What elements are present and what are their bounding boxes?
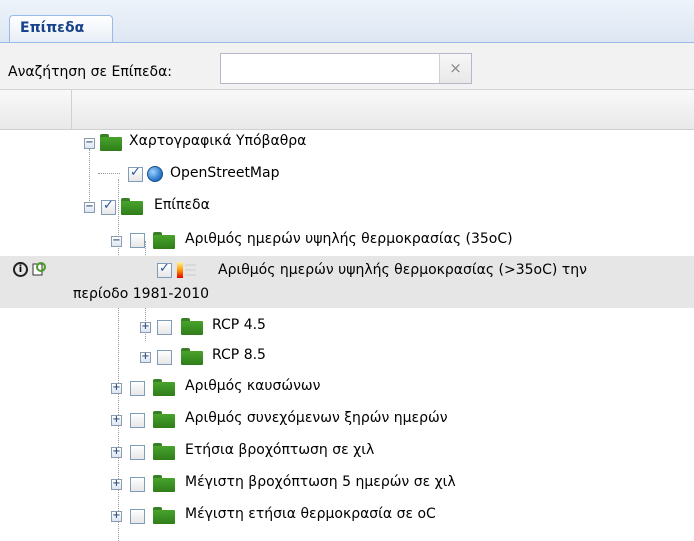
rcp85-checkbox[interactable] xyxy=(157,350,172,365)
tree-node-label: Ετήσια βροχόπτωση σε χιλ xyxy=(185,442,375,458)
folder-icon xyxy=(121,198,143,215)
layers-checkbox[interactable] xyxy=(101,198,116,215)
folder-icon xyxy=(181,318,203,335)
expand-heatwaves-toggle[interactable]: + xyxy=(111,383,122,394)
tree-node-label-continued: περίοδο 1981-2010 xyxy=(73,286,210,302)
tab-layers-label: Επίπεδα xyxy=(20,20,85,36)
tree-node-basemaps[interactable]: − Χαρτογραφικά Υπόβαθρα xyxy=(0,129,694,159)
expand-max-temp-toggle[interactable]: + xyxy=(111,511,122,522)
heatwaves-checkbox[interactable] xyxy=(130,381,145,396)
legend-icon xyxy=(177,262,196,278)
folder-icon xyxy=(153,232,175,249)
annual-precip-checkbox[interactable] xyxy=(130,445,145,460)
tree-node-label: RCP 8.5 xyxy=(212,347,266,363)
tab-strip: Επίπεδα xyxy=(0,0,694,43)
tree-node-label: Επίπεδα xyxy=(154,197,210,213)
tree-header xyxy=(0,89,694,130)
tree-node-openstreetmap[interactable]: OpenStreetMap xyxy=(0,159,694,189)
max-temp-checkbox[interactable] xyxy=(130,509,145,524)
max5day-precip-checkbox[interactable] xyxy=(130,477,145,492)
folder-icon xyxy=(153,475,175,492)
collapse-basemaps-toggle[interactable]: − xyxy=(84,138,95,149)
search-field[interactable]: × xyxy=(220,53,472,84)
refresh-icon[interactable] xyxy=(31,261,47,277)
tree-node-heatwaves[interactable]: + Αριθμός καυσώνων xyxy=(0,373,694,403)
tree-node-hot-days-group[interactable]: − Αριθμός ημερών υψηλής θερμοκρασίας (35… xyxy=(0,224,694,254)
expand-rcp85-toggle[interactable]: + xyxy=(140,352,151,363)
folder-icon xyxy=(153,379,175,396)
openstreetmap-checkbox[interactable] xyxy=(128,165,143,182)
column-separator[interactable] xyxy=(71,90,72,129)
expand-annual-precip-toggle[interactable]: + xyxy=(111,447,122,458)
tree-node-dry-days[interactable]: + Αριθμός συνεχόμενων ξηρών ημερών xyxy=(0,405,694,435)
expand-dry-days-toggle[interactable]: + xyxy=(111,415,122,426)
tree-node-label: Αριθμός καυσώνων xyxy=(185,378,321,394)
hot-days-layer-checkbox[interactable] xyxy=(157,261,172,278)
tree-node-rcp85[interactable]: + RCP 8.5 xyxy=(0,342,694,372)
collapse-layers-toggle[interactable]: − xyxy=(84,202,95,213)
clear-search-button[interactable]: × xyxy=(439,54,471,83)
folder-icon xyxy=(100,134,122,151)
tree-node-max5day-precip[interactable]: + Μέγιστη βροχόπτωση 5 ημερών σε χιλ xyxy=(0,469,694,499)
collapse-hot-days-toggle[interactable]: − xyxy=(111,236,122,247)
openstreetmap-icon xyxy=(147,166,163,182)
layer-tree: − Χαρτογραφικά Υπόβαθρα OpenStreetMap − … xyxy=(0,129,694,541)
tree-node-hot-days-layer[interactable]: i Αριθμός ημερών υψηλής θερμοκρασίας (>3… xyxy=(0,256,694,308)
tree-node-rcp45[interactable]: + RCP 4.5 xyxy=(0,312,694,342)
tree-node-label: OpenStreetMap xyxy=(170,165,280,181)
tree-node-label: Μέγιστη βροχόπτωση 5 ημερών σε χιλ xyxy=(185,474,456,490)
folder-icon xyxy=(153,411,175,428)
tree-node-label: Χαρτογραφικά Υπόβαθρα xyxy=(129,133,307,149)
tree-node-label: Αριθμός ημερών υψηλής θερμοκρασίας (35oC… xyxy=(185,231,513,247)
tree-node-label: Αριθμός συνεχόμενων ξηρών ημερών xyxy=(185,410,448,426)
search-input[interactable] xyxy=(221,54,451,83)
tree-node-annual-precip[interactable]: + Ετήσια βροχόπτωση σε χιλ xyxy=(0,437,694,467)
info-icon[interactable]: i xyxy=(13,262,28,277)
tree-node-layers[interactable]: − Επίπεδα xyxy=(0,191,694,221)
expand-rcp45-toggle[interactable]: + xyxy=(140,322,151,333)
tree-node-label: Μέγιστη ετήσια θερμοκρασία σε oC xyxy=(185,506,436,522)
tree-node-max-temp[interactable]: + Μέγιστη ετήσια θερμοκρασία σε oC xyxy=(0,501,694,531)
folder-icon xyxy=(153,443,175,460)
folder-icon xyxy=(181,348,203,365)
tree-node-label: RCP 4.5 xyxy=(212,317,266,333)
folder-icon xyxy=(153,507,175,524)
hot-days-group-checkbox[interactable] xyxy=(130,233,145,248)
search-label: Αναζήτηση σε Επίπεδα: xyxy=(8,64,173,80)
tab-layers[interactable]: Επίπεδα xyxy=(9,15,113,42)
dry-days-checkbox[interactable] xyxy=(130,413,145,428)
expand-max5day-precip-toggle[interactable]: + xyxy=(111,479,122,490)
tree-node-label: Αριθμός ημερών υψηλής θερμοκρασίας (>35o… xyxy=(218,262,587,278)
rcp45-checkbox[interactable] xyxy=(157,320,172,335)
